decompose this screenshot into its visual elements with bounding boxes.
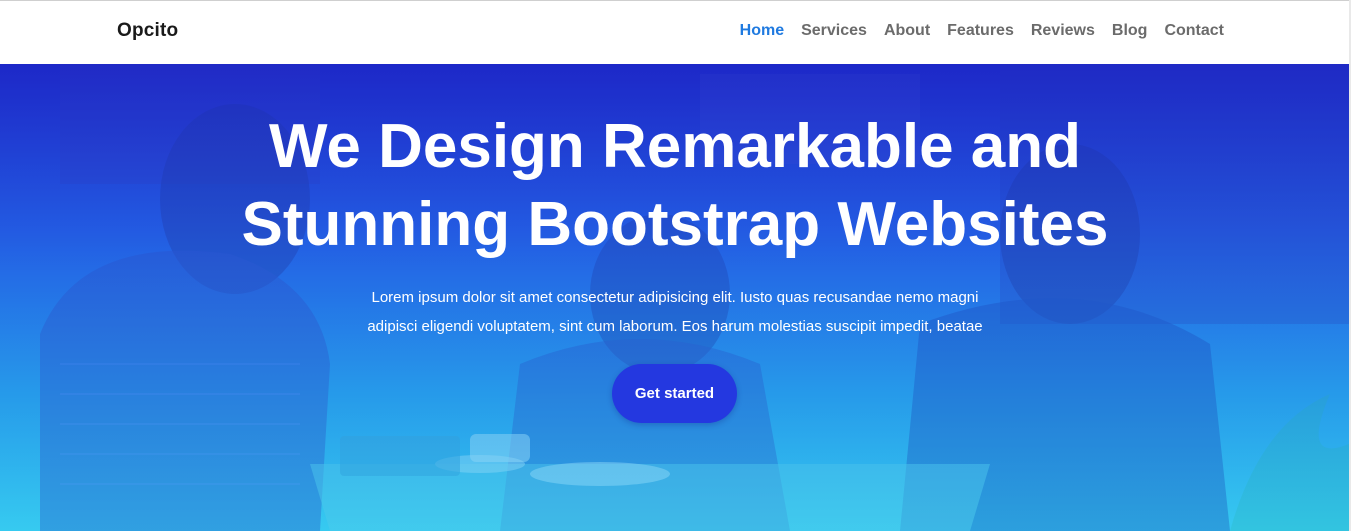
hero-title: We Design Remarkable and Stunning Bootst…: [200, 108, 1150, 264]
nav-link-reviews[interactable]: Reviews: [1031, 22, 1095, 40]
nav-link-services[interactable]: Services: [801, 22, 867, 40]
hero-title-line-2: Stunning Bootstrap Websites: [241, 190, 1109, 259]
nav-link-about[interactable]: About: [884, 22, 930, 40]
hero-section: We Design Remarkable and Stunning Bootst…: [0, 64, 1349, 531]
hero-description-line-1: Lorem ipsum dolor sit amet consectetur a…: [371, 289, 979, 306]
hero-description-line-2: adipisci eligendi voluptatem, sint cum l…: [367, 318, 983, 335]
nav-link-contact[interactable]: Contact: [1164, 22, 1224, 40]
hero-content: We Design Remarkable and Stunning Bootst…: [0, 64, 1349, 531]
hero-description: Lorem ipsum dolor sit amet consectetur a…: [330, 283, 1020, 341]
hero-title-line-1: We Design Remarkable and: [268, 112, 1082, 181]
page: Opcito Home Services About Features Revi…: [0, 0, 1351, 531]
nav-link-home[interactable]: Home: [740, 22, 784, 40]
nav-link-blog[interactable]: Blog: [1112, 22, 1148, 40]
nav-link-features[interactable]: Features: [947, 22, 1014, 40]
get-started-button[interactable]: Get started: [612, 364, 737, 423]
navbar: Opcito Home Services About Features Revi…: [0, 1, 1351, 64]
brand-logo[interactable]: Opcito: [117, 20, 178, 42]
nav-links: Home Services About Features Reviews Blo…: [740, 22, 1224, 40]
